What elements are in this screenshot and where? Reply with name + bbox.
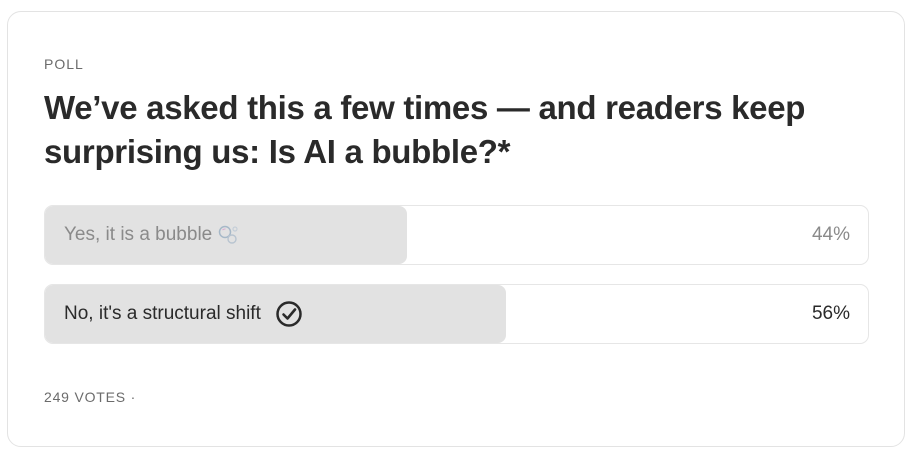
option-label-wrap: No, it's a structural shift (64, 285, 303, 343)
bubbles-icon (216, 224, 244, 246)
poll-label: POLL (44, 56, 84, 72)
poll-options: Yes, it is a bubble 44% No, it's a struc… (44, 205, 869, 363)
option-label: Yes, it is a bubble (64, 224, 213, 245)
poll-option-no[interactable]: No, it's a structural shift 56% (44, 284, 869, 344)
poll-card: POLL We’ve asked this a few times — and … (7, 11, 905, 447)
option-label: No, it's a structural shift (64, 303, 261, 324)
option-label-wrap: Yes, it is a bubble (64, 206, 244, 264)
check-circle-icon (275, 300, 303, 328)
poll-option-yes[interactable]: Yes, it is a bubble 44% (44, 205, 869, 265)
poll-question: We’ve asked this a few times — and reade… (44, 89, 806, 170)
option-percent: 44% (811, 224, 850, 245)
option-percent: 56% (811, 303, 850, 324)
vote-count: 249 VOTES · (44, 389, 137, 405)
